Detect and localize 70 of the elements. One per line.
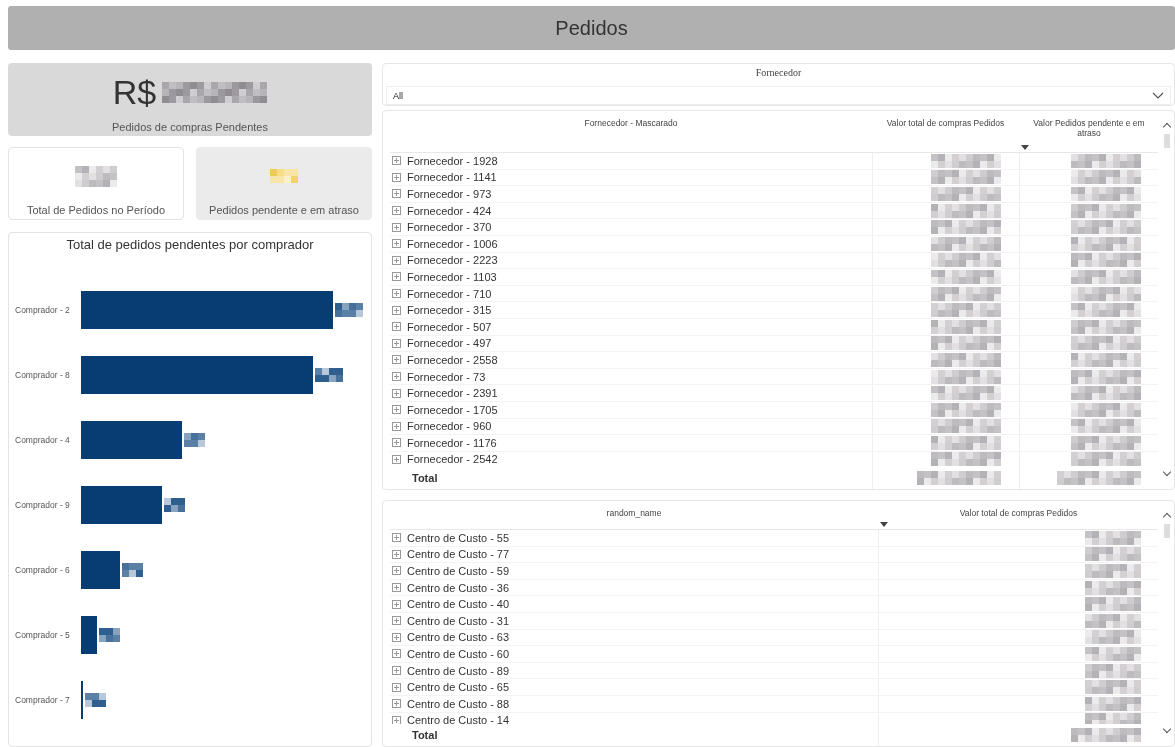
table-cell: Centro de Custo - 77 [407,548,510,561]
pixelated-value [315,368,343,382]
axis-label: Comprador - 9 [14,500,71,510]
kpi-label: Total de Pedidos no Período [26,204,166,216]
pixelated-value [99,628,120,642]
pixelated-value [85,693,106,707]
supplier-dropdown[interactable]: All [386,86,1171,105]
pixelated-value [335,303,363,317]
table-cell: Fornecedor - 2391 [407,387,498,400]
table-cell: Fornecedor - 1928 [407,154,498,167]
table-cell: Centro de Custo - 14 [407,714,510,724]
total-label: Total [411,472,438,484]
total-label: Total [411,729,438,741]
table-cell: Fornecedor - 507 [407,320,492,333]
sort-descending-icon[interactable] [880,522,888,527]
pixelated-value [1071,728,1141,742]
pixelated-value [270,169,298,183]
pixelated-value [164,498,185,512]
bar [81,551,120,589]
axis-label: Comprador - 4 [14,435,71,445]
slicer-title: Fornecedor [754,66,803,80]
table-cell: Centro de Custo - 60 [407,647,510,660]
axis-label: Comprador - 2 [14,305,71,315]
table-cell: Fornecedor - 497 [407,337,492,350]
pixelated-value [122,563,143,577]
axis-label: Comprador - 8 [14,370,71,380]
sort-descending-icon[interactable] [1021,145,1029,150]
column-header[interactable]: random_name [390,504,878,529]
table-cell: Fornecedor - 1006 [407,237,498,250]
table-cell: Centro de Custo - 89 [407,664,510,677]
table-cell: Fornecedor - 2558 [407,353,498,366]
table-cell: Centro de Custo - 55 [407,531,510,544]
table-cell: Fornecedor - 424 [407,204,492,217]
table-cell: Fornecedor - 960 [407,420,492,433]
kpi-label: Pedidos pendente e em atraso [209,204,359,216]
table-cell: Centro de Custo - 65 [407,681,510,694]
bar [81,616,97,654]
table-cell: Centro de Custo - 40 [407,598,510,611]
table-cell: Fornecedor - 973 [407,188,492,200]
chevron-down-icon [1152,92,1164,99]
column-header[interactable]: Fornecedor - Mascarado [390,114,872,152]
table-cell: Fornecedor - 2223 [407,254,498,267]
axis-label: Comprador - 7 [14,695,71,705]
table-cell: Centro de Custo - 63 [407,631,510,644]
table-cell: Fornecedor - 2542 [407,453,498,466]
page-title: Pedidos [555,16,628,40]
currency-symbol: R$ [112,72,157,112]
table-cell: Centro de Custo - 59 [407,565,510,577]
table-cell: Fornecedor - 710 [407,287,492,300]
pixelated-value [75,165,117,187]
axis-label: Comprador - 5 [14,630,71,640]
table-cell: Fornecedor - 1705 [407,403,498,416]
column-header[interactable]: Valor Pedidos pendente e em atraso [1019,114,1158,152]
axis-label: Comprador - 6 [14,565,71,575]
table-cell: Fornecedor - 1141 [407,171,497,184]
kpi-label: Pedidos de compras Pendentes [112,121,268,133]
table-cell: Centro de Custo - 88 [407,697,510,710]
scroll-thumb[interactable] [1164,134,1170,148]
column-header[interactable]: Valor total de compras Pedidos [872,114,1019,152]
table-cell: Fornecedor - 370 [407,221,492,234]
table-cell: Fornecedor - 1176 [407,436,497,449]
table-cell: Centro de Custo - 36 [407,581,510,594]
table-cell: Fornecedor - 73 [407,370,486,383]
pixelated-value [184,433,205,447]
column-header[interactable]: Valor total de compras Pedidos [878,504,1158,529]
table-cell: Fornecedor - 315 [407,304,492,317]
table-cell: Centro de Custo - 31 [407,614,510,627]
chart-title: Total de pedidos pendentes por comprador [65,237,315,252]
table-cell: Fornecedor - 1103 [407,270,497,283]
scroll-thumb[interactable] [1164,524,1170,538]
